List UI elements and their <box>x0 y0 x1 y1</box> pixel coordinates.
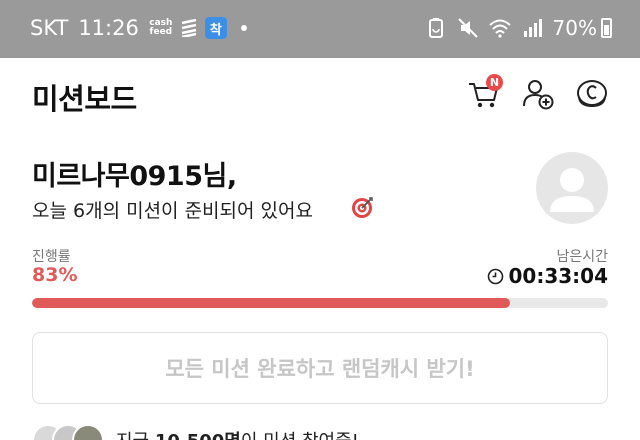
clock-time: 11:26 <box>78 16 139 40</box>
new-badge: N <box>486 74 503 91</box>
participants-row: 지금 10,500명이 미션 참여중! <box>32 424 359 440</box>
target-icon <box>352 197 373 218</box>
coin-icon[interactable] <box>574 76 610 112</box>
remaining-time-value: 00:33:04 <box>508 264 609 288</box>
status-right: 70% <box>415 16 612 40</box>
progress-bar <box>32 298 608 308</box>
battery-percent: 70% <box>552 16 597 40</box>
random-cash-button[interactable]: 모든 미션 완료하고 랜덤캐시 받기! <box>32 332 608 404</box>
participants-count: 10,500명 <box>155 431 241 440</box>
clock-icon <box>487 268 503 284</box>
participants-text: 지금 10,500명이 미션 참여중! <box>116 427 359 440</box>
progress-bar-fill <box>32 298 511 308</box>
mute-icon <box>457 18 478 38</box>
wifi-icon <box>488 19 511 38</box>
app-icon: 착 <box>204 17 227 39</box>
status-left: SKT 11:26 cash feed 착 <box>30 16 247 40</box>
progress-value: 83% <box>32 264 78 286</box>
recycle-icon <box>428 18 443 38</box>
progress-label: 진행률 <box>32 249 71 265</box>
avatar[interactable] <box>536 152 608 224</box>
carrier-label: SKT <box>30 16 69 40</box>
page-title: 미션보드 <box>32 82 137 116</box>
user-placeholder-icon <box>550 168 594 212</box>
dot-icon <box>240 25 247 31</box>
user-greeting: 미르나무0915님, <box>32 161 237 192</box>
cashfeed-icon: cash feed <box>149 18 173 37</box>
remaining-time-label: 남은시간 <box>556 249 608 265</box>
remaining-time: 00:33:04 <box>487 264 609 288</box>
mission-summary: 오늘 6개의 미션이 준비되어 있어요 <box>32 200 313 222</box>
battery-icon <box>601 18 612 38</box>
add-user-icon[interactable] <box>520 76 556 112</box>
stripes-icon <box>181 19 197 37</box>
signal-icon <box>523 19 542 37</box>
status-bar: SKT 11:26 cash feed 착 70% <box>0 0 640 58</box>
